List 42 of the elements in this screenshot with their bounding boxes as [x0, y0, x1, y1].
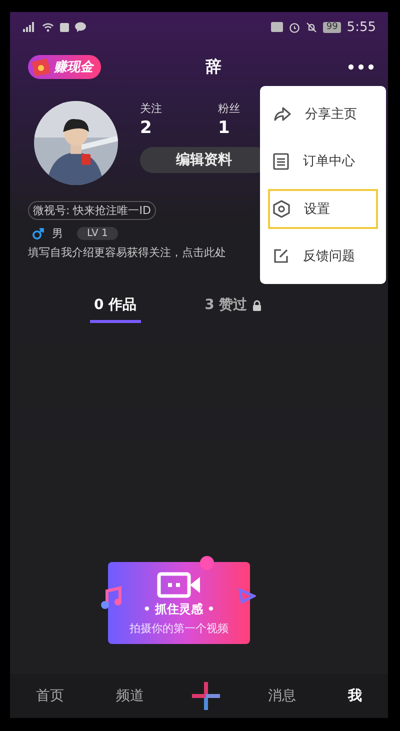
mute-icon	[306, 22, 318, 32]
nav-tab[interactable]: 我	[344, 683, 366, 709]
music-note-icon	[100, 586, 122, 610]
stat-value: 2	[140, 118, 153, 138]
male-icon	[32, 228, 44, 240]
cash-reward-button[interactable]: 赚现金	[28, 55, 101, 79]
alarm-icon	[289, 22, 300, 32]
settings-icon	[273, 200, 290, 218]
clock-time: 5:55	[346, 20, 376, 34]
menu-item[interactable]: 反馈问题	[268, 236, 378, 276]
first-video-prompt[interactable]: • 抓住灵感 • 拍摄你的第一个视频	[108, 562, 250, 644]
nav-tab[interactable]: 首页	[32, 683, 68, 709]
video-camera-icon	[157, 572, 201, 598]
id-label: 微视号: 快来抢注唯一ID	[28, 201, 156, 220]
share-icon	[273, 106, 291, 122]
bio-text[interactable]: 填写自我介绍更容易获得关注，点击此处	[28, 245, 226, 260]
stat-label: 关注	[140, 101, 162, 116]
envelope-icon	[32, 58, 52, 76]
prompt-subtitle: 拍摄你的第一个视频	[130, 621, 228, 636]
gender-label: 男	[52, 226, 63, 241]
level-badge: LV 1	[77, 227, 118, 240]
prompt-title: • 抓住灵感 •	[143, 601, 215, 618]
battery-indicator: 99	[323, 22, 341, 32]
menu-item[interactable]: 分享主页	[268, 94, 378, 134]
stat-value: 1	[218, 118, 231, 138]
menu-item[interactable]: 设置	[268, 188, 378, 229]
ball-icon	[200, 556, 214, 570]
nav-tab[interactable]: 频道	[112, 683, 148, 709]
message-icon	[75, 22, 86, 32]
list-icon	[273, 152, 289, 170]
signal-icon	[20, 22, 36, 32]
edit-icon	[273, 248, 289, 264]
menu-item[interactable]: 订单中心	[268, 141, 378, 182]
triangle-icon	[238, 588, 256, 604]
square-icon	[60, 22, 69, 32]
content-tab[interactable]: 3 赞过	[200, 296, 266, 323]
stat-label: 粉丝	[218, 101, 240, 116]
wifi-icon	[42, 22, 54, 32]
create-icon[interactable]	[192, 682, 220, 710]
more-icon[interactable]	[348, 64, 374, 70]
content-tab[interactable]: 0 作品	[90, 296, 141, 323]
nav-tab[interactable]: 消息	[264, 683, 300, 709]
